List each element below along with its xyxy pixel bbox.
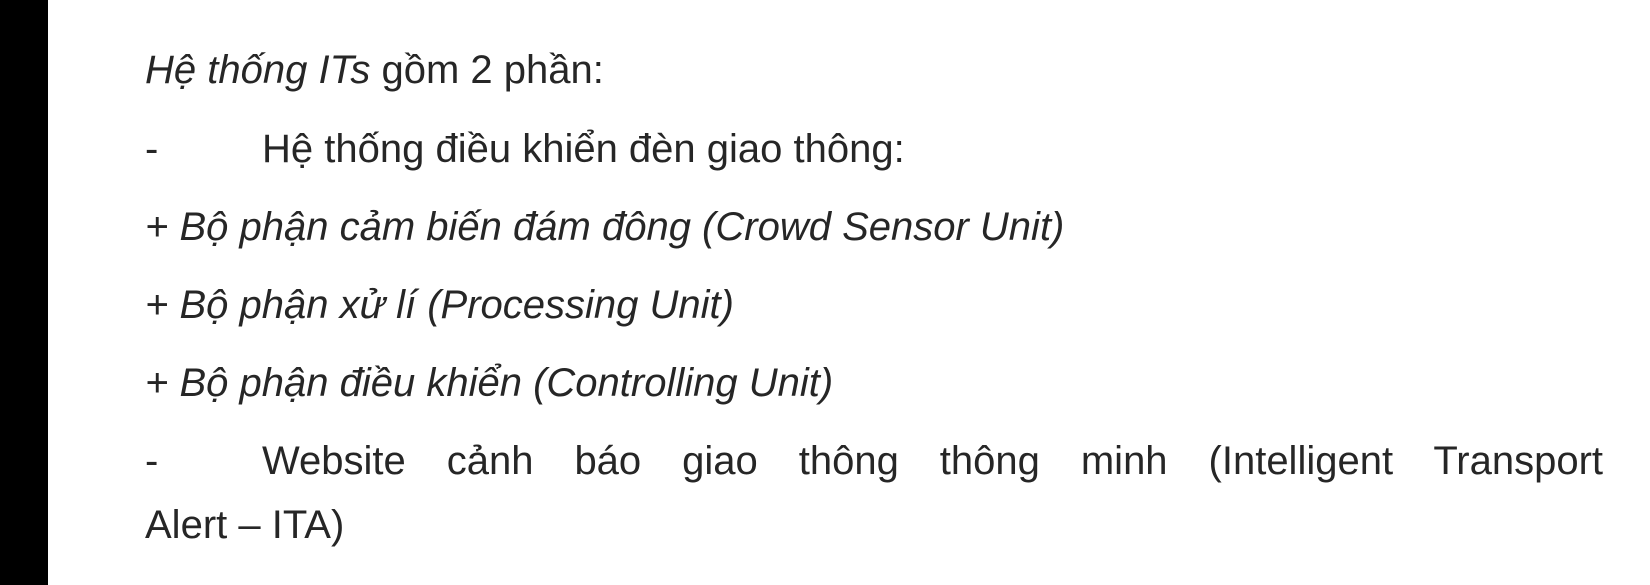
intro-text: gồm 2 phần: xyxy=(370,48,604,92)
sub-item-crowd-sensor: + Bộ phận cảm biến đám đông (Crowd Senso… xyxy=(145,205,1065,249)
list-item-text-line2: Alert – ITA) xyxy=(145,503,345,547)
list-dash-marker: - xyxy=(145,127,159,171)
list-item-text: Hệ thống điều khiển đèn giao thông: xyxy=(262,127,905,171)
sub-item-controlling: + Bộ phận điều khiển (Controlling Unit) xyxy=(145,361,834,405)
intro-line: Hệ thống ITs gồm 2 phần: xyxy=(145,46,604,94)
sub-item-processing: + Bộ phận xử lí (Processing Unit) xyxy=(145,283,734,327)
document-viewer: Hệ thống ITs gồm 2 phần: - Hệ thống điều… xyxy=(0,0,1650,585)
document-page: Hệ thống ITs gồm 2 phần: - Hệ thống điều… xyxy=(48,0,1650,585)
list-item-traffic-light-system: - Hệ thống điều khiển đèn giao thông: xyxy=(145,125,1603,173)
left-edge-bar xyxy=(0,0,48,585)
intro-italic-text: Hệ thống ITs xyxy=(145,48,371,92)
list-item-text-line1: Website cảnh báo giao thông thông minh (… xyxy=(262,439,1603,483)
